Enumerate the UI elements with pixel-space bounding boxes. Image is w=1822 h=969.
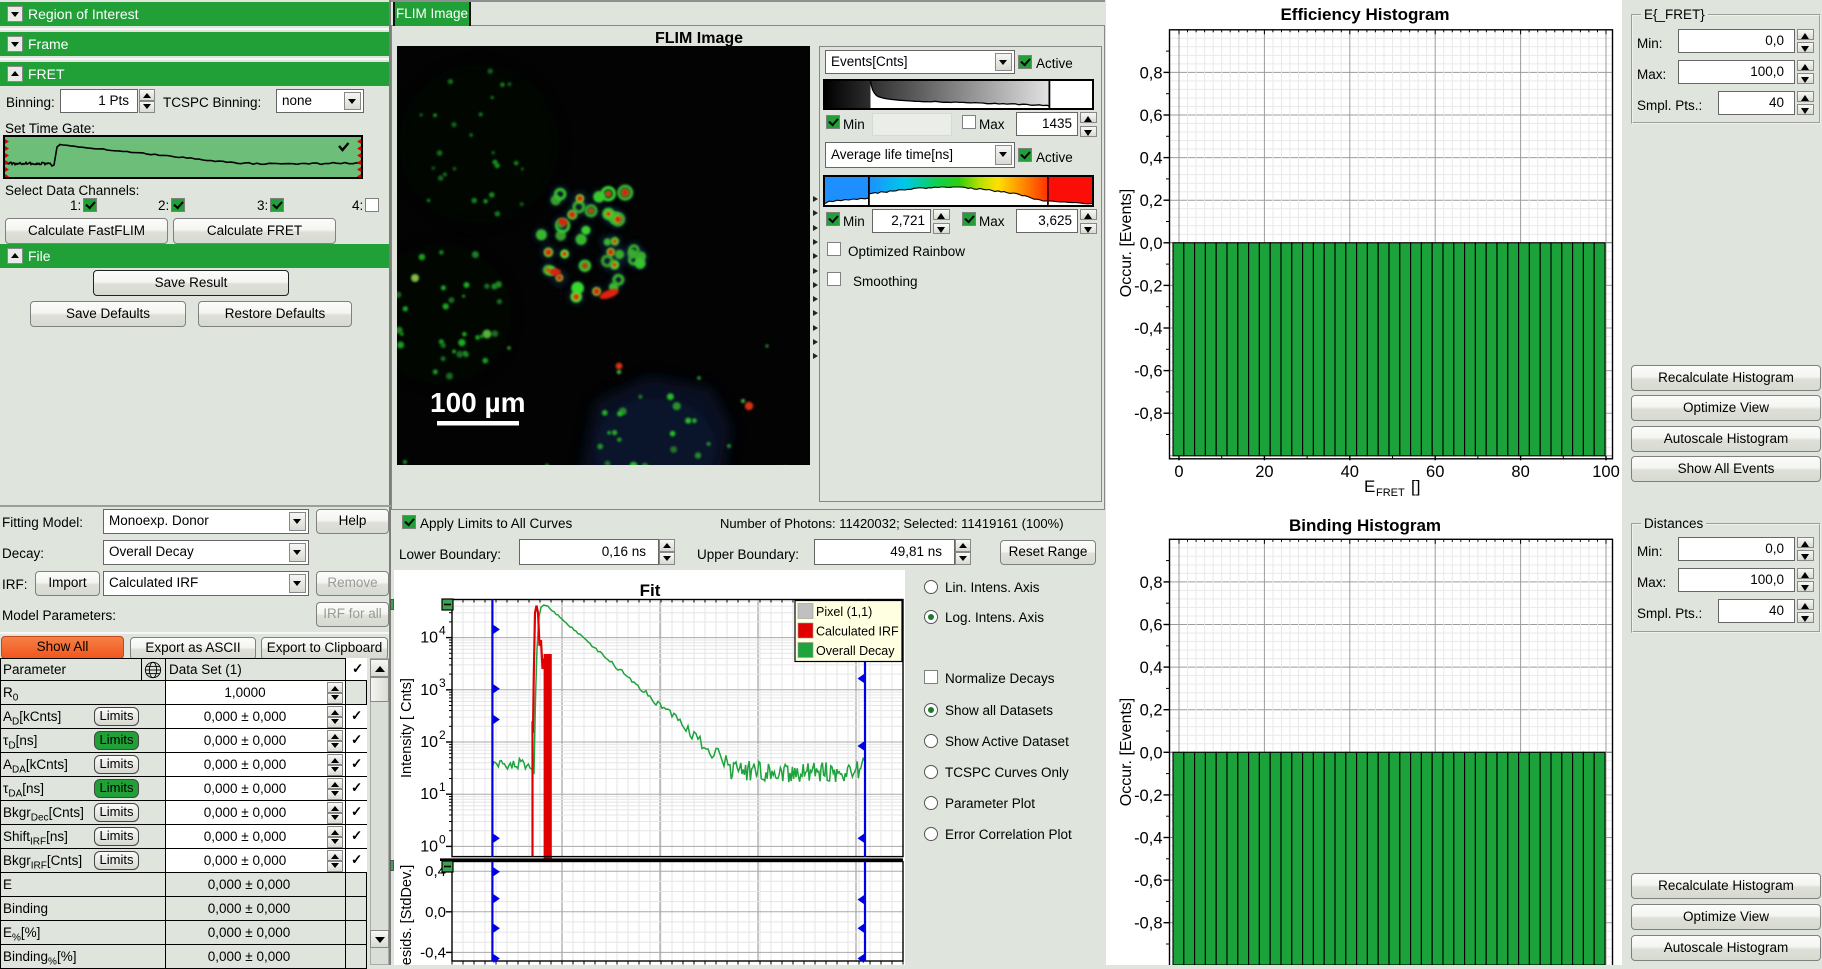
svg-text:Overall Decay: Overall Decay: [816, 644, 895, 658]
svg-text:0,2: 0,2: [1140, 192, 1163, 210]
svg-text:20: 20: [1255, 463, 1273, 481]
svg-text:100 µm: 100 µm: [430, 387, 526, 418]
svg-text:-0,8: -0,8: [1134, 915, 1162, 933]
svg-text:-0,2: -0,2: [1134, 787, 1162, 805]
svg-text:0,6: 0,6: [1140, 107, 1163, 125]
svg-text:-0,2: -0,2: [1134, 277, 1162, 295]
svg-text:2: 2: [439, 728, 446, 742]
svg-text:80: 80: [1511, 463, 1529, 481]
svg-text:0: 0: [1174, 463, 1183, 481]
svg-text:0,2: 0,2: [1140, 702, 1163, 720]
svg-text:100: 100: [1592, 463, 1620, 481]
svg-text:0: 0: [439, 832, 446, 846]
svg-text:Calculated IRF: Calculated IRF: [816, 625, 899, 639]
svg-text:0,4: 0,4: [1140, 150, 1163, 168]
svg-text:0,4: 0,4: [1140, 659, 1163, 677]
svg-text:[]: []: [1411, 477, 1420, 496]
svg-text:0,8: 0,8: [1140, 64, 1163, 82]
svg-text:0,0: 0,0: [425, 904, 446, 921]
svg-text:Binding Histogram: Binding Histogram: [1289, 516, 1441, 535]
svg-text:1: 1: [439, 780, 446, 794]
svg-text:0,0: 0,0: [1140, 744, 1163, 762]
svg-text:-0,4: -0,4: [1134, 830, 1162, 848]
svg-text:FRET: FRET: [1376, 487, 1405, 499]
svg-text:60: 60: [1426, 463, 1444, 481]
svg-text:3: 3: [439, 676, 446, 690]
svg-text:10: 10: [420, 786, 438, 803]
svg-text:40: 40: [1341, 463, 1359, 481]
svg-text:10: 10: [420, 734, 438, 751]
svg-text:-0,4: -0,4: [420, 944, 446, 961]
svg-text:Pixel (1,1): Pixel (1,1): [816, 605, 872, 619]
svg-text:-0,6: -0,6: [1134, 872, 1162, 890]
svg-text:Intensity [ Cnts]: Intensity [ Cnts]: [399, 678, 415, 778]
svg-text:Occur. [Events]: Occur. [Events]: [1118, 189, 1135, 297]
svg-text:Fit: Fit: [640, 581, 661, 600]
svg-text:10: 10: [420, 682, 438, 699]
svg-text:-0,6: -0,6: [1134, 363, 1162, 381]
svg-text:Occur. [Events]: Occur. [Events]: [1118, 698, 1135, 806]
svg-text:E: E: [1364, 477, 1375, 496]
svg-text:0,0: 0,0: [1140, 235, 1163, 253]
svg-text:10: 10: [420, 838, 438, 855]
svg-text:0,6: 0,6: [1140, 617, 1163, 635]
svg-text:0,8: 0,8: [1140, 574, 1163, 592]
svg-text:-0,4: -0,4: [1134, 320, 1162, 338]
svg-text:10: 10: [420, 630, 438, 647]
svg-text:Efficiency Histogram: Efficiency Histogram: [1280, 5, 1449, 24]
svg-text:4: 4: [439, 624, 446, 638]
svg-text:-0,8: -0,8: [1134, 405, 1162, 423]
svg-text:esids. [StdDev.]: esids. [StdDev.]: [399, 865, 415, 965]
